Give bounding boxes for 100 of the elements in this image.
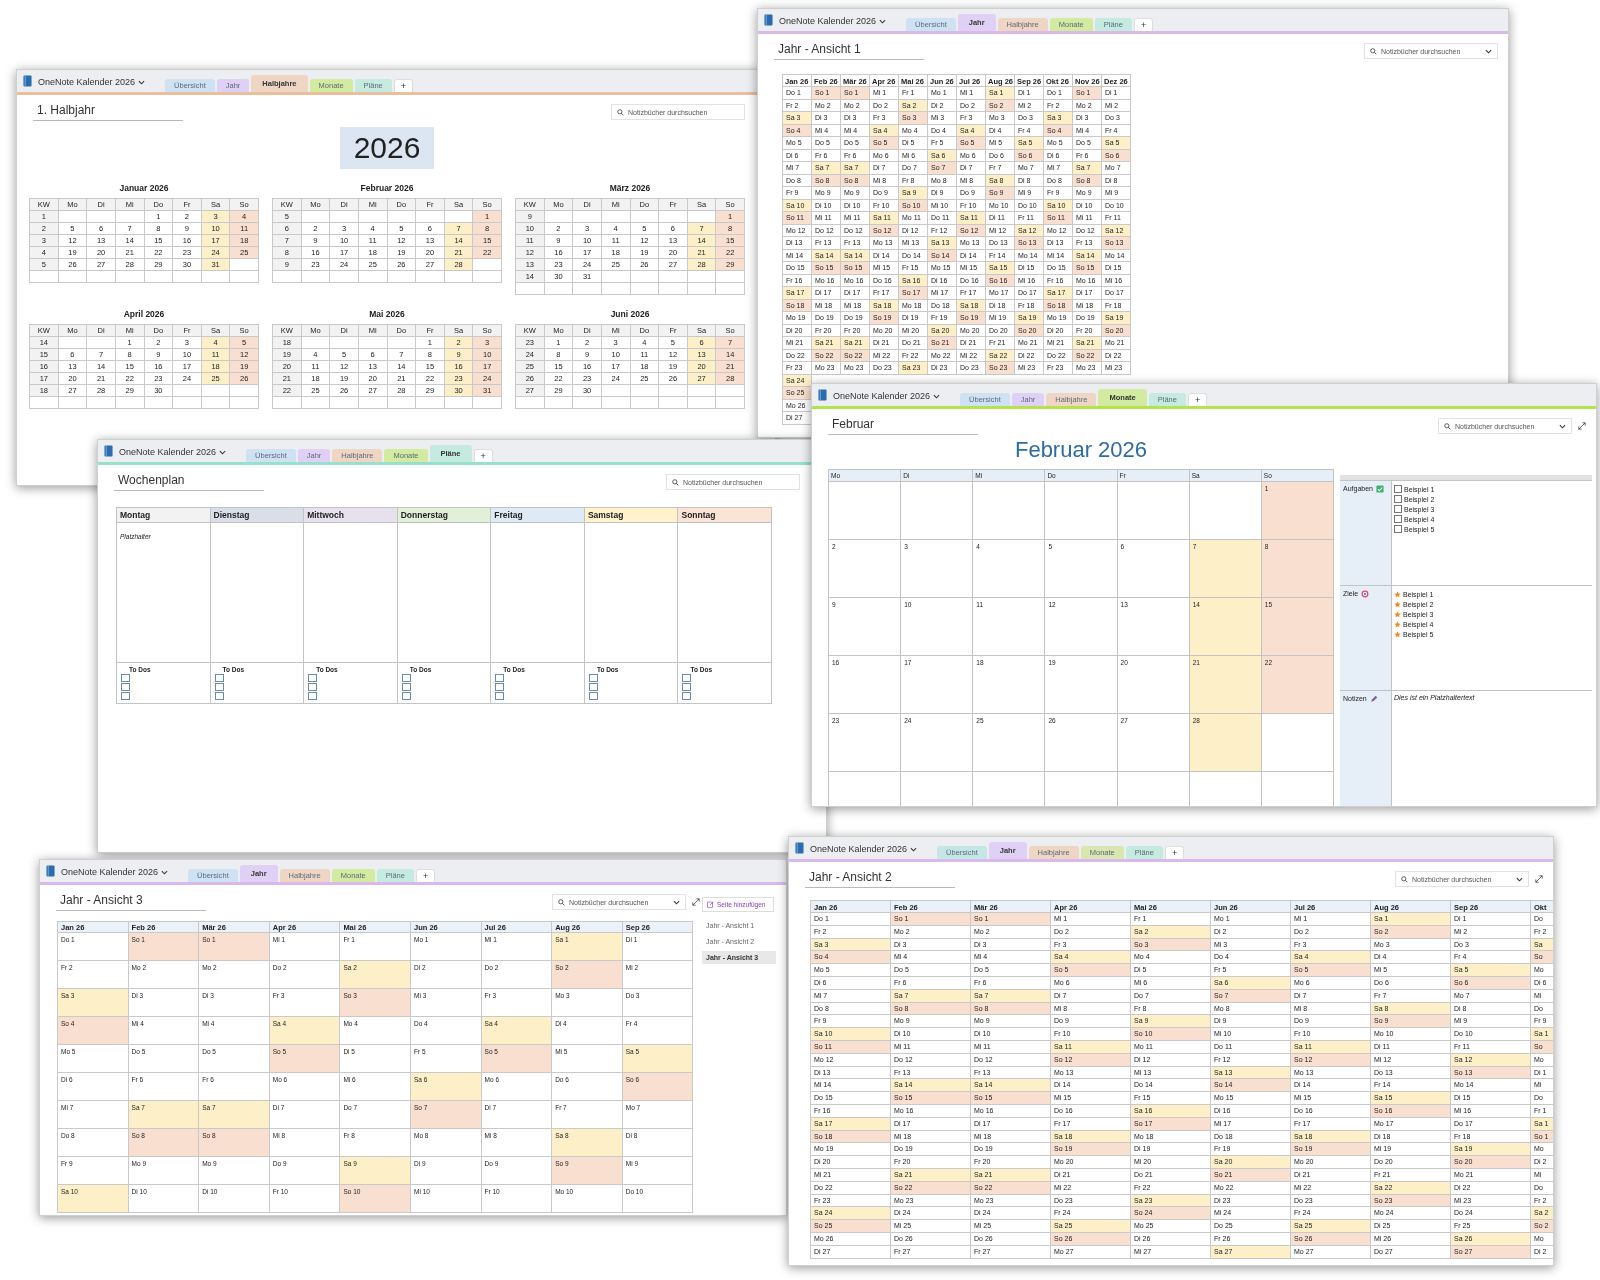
date-cell xyxy=(601,210,630,223)
add-section-button[interactable]: + xyxy=(415,869,436,882)
notebook-dropdown[interactable]: OneNote Kalender 2026 xyxy=(777,16,889,26)
chevron-icon[interactable] xyxy=(1485,48,1492,54)
day-header: Samstag xyxy=(584,508,678,523)
todo-checkbox[interactable] xyxy=(588,683,598,691)
date-cell xyxy=(444,210,473,223)
date-cell xyxy=(572,210,602,223)
star-icon xyxy=(1394,620,1401,628)
page-title: 1. Halbjahr xyxy=(33,103,183,121)
add-section-button[interactable]: + xyxy=(1164,846,1185,859)
date-cell xyxy=(658,210,688,223)
todo-checkbox[interactable] xyxy=(308,674,318,682)
search-icon xyxy=(558,898,565,906)
add-section-button[interactable]: + xyxy=(393,79,414,92)
expand-icon[interactable] xyxy=(1535,875,1543,883)
star-icon xyxy=(1394,630,1401,638)
date-cell xyxy=(387,210,416,223)
date-cell xyxy=(58,210,87,223)
search-icon xyxy=(1370,47,1377,55)
expand-icon[interactable] xyxy=(692,898,700,906)
notebook-dropdown[interactable]: OneNote Kalender 2026 xyxy=(117,447,229,457)
pen-icon xyxy=(1369,695,1378,703)
todo-checkbox[interactable] xyxy=(495,692,505,700)
date-cell xyxy=(358,210,387,223)
date-cell xyxy=(415,210,445,223)
target-icon xyxy=(1361,590,1370,598)
todo-checkbox[interactable] xyxy=(214,692,224,700)
date-cell xyxy=(358,336,387,349)
todo-checkbox[interactable] xyxy=(121,674,130,682)
date-cell xyxy=(86,210,116,223)
month-title: Januar 2026 xyxy=(118,183,170,193)
star-icon xyxy=(1394,590,1401,598)
resize-handle[interactable] xyxy=(1340,475,1592,480)
todo-checkbox[interactable] xyxy=(682,683,692,691)
todo-checkbox[interactable] xyxy=(495,674,505,682)
page-title: Jahr - Ansicht 3 xyxy=(56,893,206,911)
page-title: Jahr - Ansicht 1 xyxy=(774,42,924,60)
task-checkbox[interactable] xyxy=(1394,485,1402,493)
todo-checkbox[interactable] xyxy=(401,683,411,691)
chevron-icon xyxy=(161,869,169,875)
star-icon xyxy=(1394,600,1401,608)
chevron-icon xyxy=(933,393,941,399)
task-checkbox[interactable] xyxy=(1394,495,1402,503)
day-header: Mittwoch xyxy=(304,508,397,523)
todo-checkbox[interactable] xyxy=(588,692,598,700)
page-title: Februar xyxy=(828,417,978,435)
date-cell xyxy=(301,336,330,349)
notebook-dropdown[interactable]: OneNote Kalender 2026 xyxy=(831,391,943,401)
todo-checkbox[interactable] xyxy=(401,674,411,682)
search-icon xyxy=(672,478,679,486)
month-title: Februar 2026 xyxy=(359,183,415,193)
chevron-icon[interactable] xyxy=(1516,876,1523,882)
chevron-icon xyxy=(910,846,918,852)
date-cell xyxy=(329,210,359,223)
task-checkbox[interactable] xyxy=(1394,515,1402,523)
add-section-button[interactable]: + xyxy=(473,449,493,462)
day-header: Sonntag xyxy=(678,508,772,523)
chevron-icon[interactable] xyxy=(1559,423,1566,429)
task-checkbox[interactable] xyxy=(1394,525,1402,533)
todo-checkbox[interactable] xyxy=(401,692,411,700)
notebook-dropdown[interactable]: OneNote Kalender 2026 xyxy=(59,867,171,877)
todo-checkbox[interactable] xyxy=(682,674,692,682)
notebook-dropdown[interactable]: OneNote Kalender 2026 xyxy=(808,844,920,854)
task-checkbox[interactable] xyxy=(1394,505,1402,513)
month-title: April 2026 xyxy=(122,309,166,319)
edit-icon xyxy=(707,901,714,908)
add-section-button[interactable]: + xyxy=(1187,393,1208,406)
todo-checkbox[interactable] xyxy=(308,692,318,700)
chevron-icon xyxy=(879,18,887,24)
add-section-button[interactable]: + xyxy=(1133,18,1154,31)
todo-checkbox[interactable] xyxy=(121,692,130,700)
month-title: März 2026 xyxy=(608,183,652,193)
chevron-icon xyxy=(138,79,146,85)
date-cell xyxy=(687,210,716,223)
todo-checkbox[interactable] xyxy=(682,692,692,700)
todo-checkbox[interactable] xyxy=(214,674,224,682)
todo-checkbox[interactable] xyxy=(588,674,598,682)
search-icon xyxy=(1401,875,1408,883)
todo-checkbox[interactable] xyxy=(495,683,505,691)
chevron-icon[interactable] xyxy=(673,899,680,905)
notebook-icon xyxy=(104,445,113,457)
todo-checkbox[interactable] xyxy=(121,683,130,691)
date-cell xyxy=(630,210,659,223)
notebook-dropdown[interactable]: OneNote Kalender 2026 xyxy=(36,77,148,87)
search-icon xyxy=(617,108,624,116)
todo-checkbox[interactable] xyxy=(308,683,318,691)
chevron-icon xyxy=(219,449,227,455)
expand-icon[interactable] xyxy=(1578,422,1586,430)
month-title: Mai 2026 xyxy=(368,309,406,319)
month-title: Juni 2026 xyxy=(609,309,651,319)
notebook-icon xyxy=(46,865,55,877)
notebook-icon xyxy=(764,14,773,26)
notebook-icon xyxy=(795,842,804,854)
day-header: Dienstag xyxy=(210,508,304,523)
star-icon xyxy=(1394,610,1401,618)
todo-checkbox[interactable] xyxy=(214,683,224,691)
day-header: Freitag xyxy=(491,508,584,523)
page-title: Wochenplan xyxy=(114,473,264,491)
year-heading: 2026 xyxy=(339,127,435,169)
